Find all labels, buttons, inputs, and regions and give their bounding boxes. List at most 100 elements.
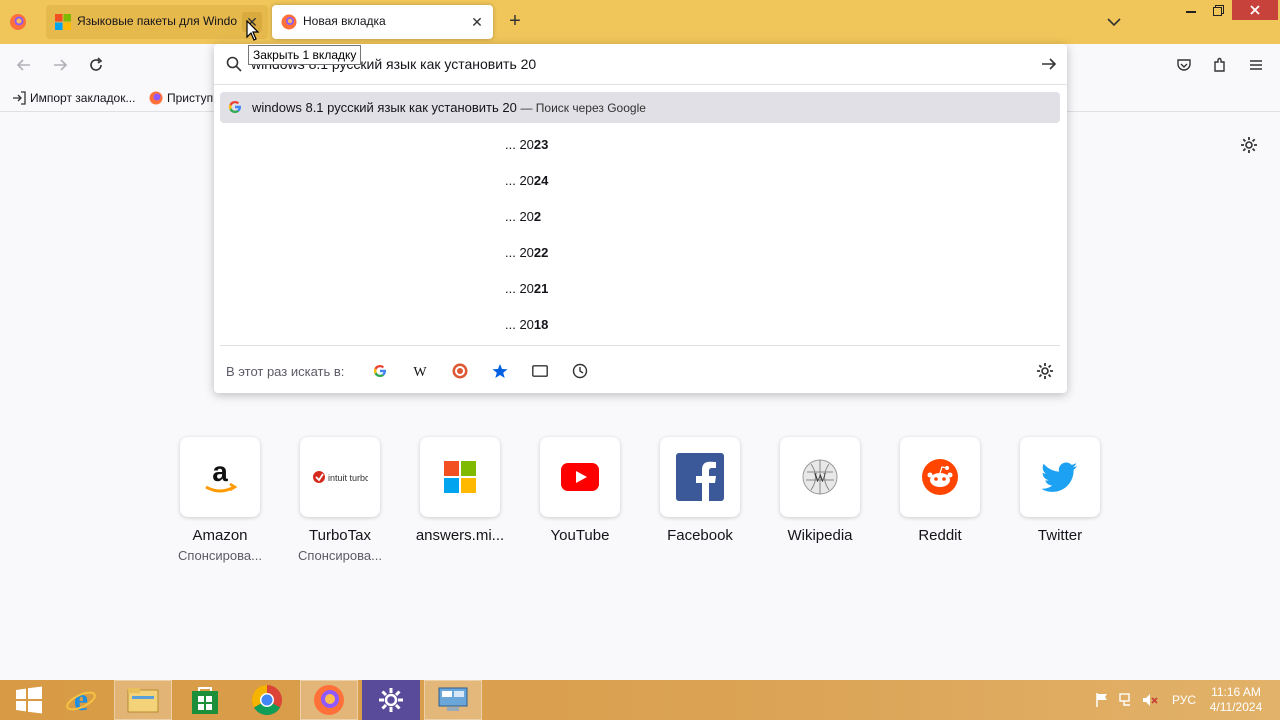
search-suggestion-google[interactable]: windows 8.1 русский язык как установить … <box>220 92 1060 123</box>
pocket-button[interactable] <box>1174 55 1194 75</box>
top-site-youtube[interactable] <box>540 437 620 517</box>
flag-icon[interactable] <box>1094 692 1110 708</box>
top-site-label: Wikipedia <box>787 527 853 544</box>
back-button[interactable] <box>14 55 34 75</box>
arrow-right-icon <box>54 59 68 71</box>
gear-icon[interactable] <box>1035 361 1055 381</box>
tab-icon <box>532 365 548 377</box>
suggestion-completion: 23 <box>533 137 549 152</box>
facebook-icon <box>676 453 724 501</box>
top-site-label: YouTube <box>550 527 610 544</box>
top-site-turbotax[interactable]: intuit turbotax <box>300 437 380 517</box>
puzzle-icon <box>1214 57 1225 72</box>
date-text: 4/11/2024 <box>1209 700 1263 714</box>
top-site-answers-microsoft[interactable] <box>420 437 500 517</box>
search-suggestion[interactable]: ... 202 <box>505 209 541 224</box>
svg-text:e: e <box>74 684 88 716</box>
taskbar-store[interactable] <box>176 680 234 720</box>
gear-icon <box>379 688 403 712</box>
search-icon <box>226 56 242 72</box>
oneoff-search-label: В этот раз искать в: <box>226 364 345 379</box>
start-button[interactable] <box>0 680 58 720</box>
search-suggestion[interactable]: ... 2018 <box>505 317 548 332</box>
svg-text:a: a <box>212 457 228 487</box>
top-site-label: answers.mi... <box>415 527 505 544</box>
oneoff-history[interactable] <box>570 361 590 381</box>
duckduckgo-icon <box>452 363 468 379</box>
tab-language-packs[interactable]: Языковые пакеты для Windo ✕ <box>46 5 268 39</box>
forward-button[interactable] <box>50 55 70 75</box>
reload-button[interactable] <box>86 55 106 75</box>
firefox-view-icon[interactable] <box>9 13 27 31</box>
suggestion-prefix: ... 20 <box>505 209 534 224</box>
arrow-right-icon[interactable] <box>1041 56 1057 72</box>
turbotax-logo-text: intuit turbotax <box>328 473 368 483</box>
top-site-twitter[interactable] <box>1020 437 1100 517</box>
google-icon <box>228 101 241 113</box>
new-tab-button[interactable]: + <box>503 10 527 34</box>
bookmark-getting-started[interactable]: Приступ <box>149 91 213 105</box>
mouse-cursor-icon <box>246 20 260 41</box>
search-suggestion[interactable]: ... 2024 <box>505 173 548 188</box>
firefox-icon <box>149 91 163 105</box>
suggestion-completion: 24 <box>533 173 549 188</box>
gear-icon[interactable] <box>1239 135 1259 155</box>
top-site-reddit[interactable] <box>900 437 980 517</box>
oneoff-wikipedia[interactable]: W <box>410 361 430 381</box>
oneoff-duckduckgo[interactable] <box>450 361 470 381</box>
speaker-muted-icon[interactable] <box>1142 692 1158 708</box>
tab-new-tab[interactable]: Новая вкладка ✕ <box>272 5 493 39</box>
search-suggestion[interactable]: ... 2021 <box>505 281 548 296</box>
amazon-icon: a <box>205 457 238 493</box>
suggestion-query: windows 8.1 русский язык как установить … <box>252 100 517 115</box>
taskbar-chrome[interactable] <box>238 680 296 720</box>
window-close-button[interactable] <box>1232 0 1278 20</box>
tab-strip: Языковые пакеты для Windo ✕ Новая вкладк… <box>0 0 1280 44</box>
restore-button[interactable] <box>1200 0 1236 20</box>
sponsored-label: Спонсирова... <box>178 548 262 563</box>
search-suggestion[interactable]: ... 2022 <box>505 245 548 260</box>
tooltip: Закрыть 1 вкладку <box>248 45 362 65</box>
twitter-icon <box>1042 462 1077 492</box>
extensions-button[interactable] <box>1210 55 1230 75</box>
close-tab-button[interactable]: ✕ <box>467 12 487 32</box>
search-suggestion[interactable]: ... 2023 <box>505 137 548 152</box>
clock-icon <box>572 363 588 379</box>
suggestion-prefix: ... 20 <box>505 245 534 260</box>
divider <box>220 345 1060 346</box>
bookmark-import[interactable]: Импорт закладок... <box>12 91 135 105</box>
reload-icon <box>90 57 103 71</box>
suggestion-prefix: ... 20 <box>505 173 534 188</box>
chrome-icon <box>251 685 282 716</box>
firefox-icon <box>314 685 344 715</box>
taskbar-internet-explorer[interactable]: e <box>52 680 110 720</box>
top-site-label: Reddit <box>918 527 962 544</box>
star-icon <box>492 364 508 378</box>
bookmark-label: Приступ <box>167 91 214 105</box>
chevron-down-icon[interactable] <box>1104 12 1124 32</box>
taskbar-file-explorer[interactable] <box>114 680 172 720</box>
network-icon[interactable] <box>1118 692 1134 708</box>
top-site-wikipedia[interactable]: W <box>780 437 860 517</box>
time-text: 11:16 AM <box>1211 685 1261 699</box>
suggestion-completion: 21 <box>533 281 549 296</box>
turbotax-icon: intuit turbotax <box>313 471 368 483</box>
store-icon <box>192 687 218 714</box>
pocket-icon <box>1177 59 1191 71</box>
control-panel-icon <box>438 687 468 711</box>
taskbar-firefox[interactable] <box>300 680 358 720</box>
clock[interactable]: 11:16 AM 4/11/2024 <box>1206 685 1266 715</box>
oneoff-google[interactable] <box>370 361 390 381</box>
top-site-amazon[interactable]: a <box>180 437 260 517</box>
oneoff-tabs[interactable] <box>530 361 550 381</box>
svg-text:W: W <box>814 470 827 485</box>
input-language[interactable]: РУС <box>1172 693 1196 707</box>
oneoff-bookmarks[interactable] <box>490 361 510 381</box>
app-menu-button[interactable] <box>1246 55 1266 75</box>
wikipedia-icon: W <box>413 365 427 378</box>
suggestion-completion: 2 <box>533 209 542 224</box>
suggestion-completion: 22 <box>533 245 549 260</box>
taskbar-control-panel[interactable] <box>424 680 482 720</box>
taskbar-settings[interactable] <box>362 680 420 720</box>
top-site-facebook[interactable] <box>660 437 740 517</box>
